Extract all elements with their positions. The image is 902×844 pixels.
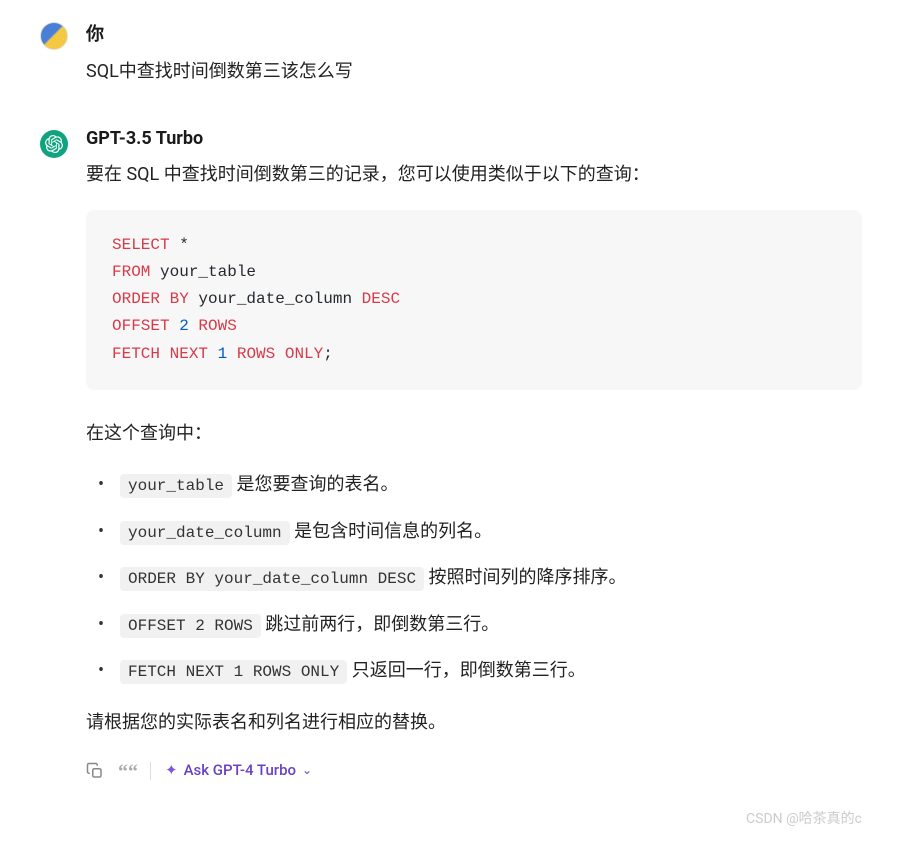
copy-icon[interactable] <box>86 762 104 780</box>
action-divider <box>150 762 151 780</box>
chevron-down-icon: ⌄ <box>302 760 312 782</box>
explanation-list: your_table 是您要查询的表名。 your_date_column 是包… <box>86 470 862 687</box>
code-token: ONLY <box>275 345 323 363</box>
bot-intro: 要在 SQL 中查找时间倒数第三的记录，您可以使用类似于以下的查询： <box>86 159 862 191</box>
code-token: ORDER BY <box>112 290 189 308</box>
ask-gpt4-button[interactable]: ✦ Ask GPT-4 Turbo ⌄ <box>165 757 312 784</box>
code-token: 2 <box>170 317 189 335</box>
user-name: 你 <box>86 20 862 46</box>
list-text: 按照时间列的降序排序。 <box>424 567 626 588</box>
inline-code: your_date_column <box>120 521 290 545</box>
list-item: ORDER BY your_date_column DESC 按照时间列的降序排… <box>94 563 862 594</box>
list-item: FETCH NEXT 1 ROWS ONLY 只返回一行，即倒数第三行。 <box>94 656 862 687</box>
code-token: your_table <box>150 263 256 281</box>
user-message: 你 SQL中查找时间倒数第三该怎么写 <box>40 20 862 88</box>
code-token: your_date_column <box>189 290 362 308</box>
bot-avatar <box>40 130 68 158</box>
list-text: 是您要查询的表名。 <box>232 474 398 495</box>
bot-outro: 请根据您的实际表名和列名进行相应的替换。 <box>86 707 862 739</box>
inline-code: FETCH NEXT 1 ROWS ONLY <box>120 660 347 684</box>
message-actions: ““ ✦ Ask GPT-4 Turbo ⌄ <box>86 757 862 784</box>
code-token: SELECT <box>112 236 170 254</box>
code-token: OFFSET <box>112 317 170 335</box>
user-text: SQL中查找时间倒数第三该怎么写 <box>86 56 862 88</box>
list-text: 只返回一行，即倒数第三行。 <box>347 660 585 681</box>
list-text: 跳过前两行，即倒数第三行。 <box>261 614 499 635</box>
list-item: your_date_column 是包含时间信息的列名。 <box>94 517 862 548</box>
bot-message-content: GPT-3.5 Turbo 要在 SQL 中查找时间倒数第三的记录，您可以使用类… <box>86 128 862 784</box>
quote-icon[interactable]: ““ <box>118 762 136 780</box>
ask-label: Ask GPT-4 Turbo <box>184 757 296 784</box>
code-token: ; <box>323 345 333 363</box>
sparkle-icon: ✦ <box>165 757 178 784</box>
inline-code: ORDER BY your_date_column DESC <box>120 567 424 591</box>
user-avatar <box>40 22 68 50</box>
user-message-content: 你 SQL中查找时间倒数第三该怎么写 <box>86 20 862 88</box>
bot-message: GPT-3.5 Turbo 要在 SQL 中查找时间倒数第三的记录，您可以使用类… <box>40 128 862 784</box>
code-token: NEXT <box>160 345 208 363</box>
explain-header: 在这个查询中： <box>86 418 862 450</box>
list-text: 是包含时间信息的列名。 <box>290 521 492 542</box>
code-token: * <box>170 236 189 254</box>
bot-name: GPT-3.5 Turbo <box>86 128 862 149</box>
bot-text: 要在 SQL 中查找时间倒数第三的记录，您可以使用类似于以下的查询： SELEC… <box>86 159 862 784</box>
list-item: OFFSET 2 ROWS 跳过前两行，即倒数第三行。 <box>94 610 862 641</box>
code-token: ROWS <box>189 317 237 335</box>
code-token: ROWS <box>227 345 275 363</box>
inline-code: OFFSET 2 ROWS <box>120 614 261 638</box>
code-token: DESC <box>362 290 400 308</box>
code-token: FROM <box>112 263 150 281</box>
code-token: 1 <box>208 345 227 363</box>
list-item: your_table 是您要查询的表名。 <box>94 470 862 501</box>
code-block: SELECT * FROM your_table ORDER BY your_d… <box>86 210 862 390</box>
inline-code: your_table <box>120 474 232 498</box>
openai-icon <box>45 135 63 153</box>
code-token: FETCH <box>112 345 160 363</box>
watermark: CSDN @哈茶真的c <box>746 808 862 828</box>
